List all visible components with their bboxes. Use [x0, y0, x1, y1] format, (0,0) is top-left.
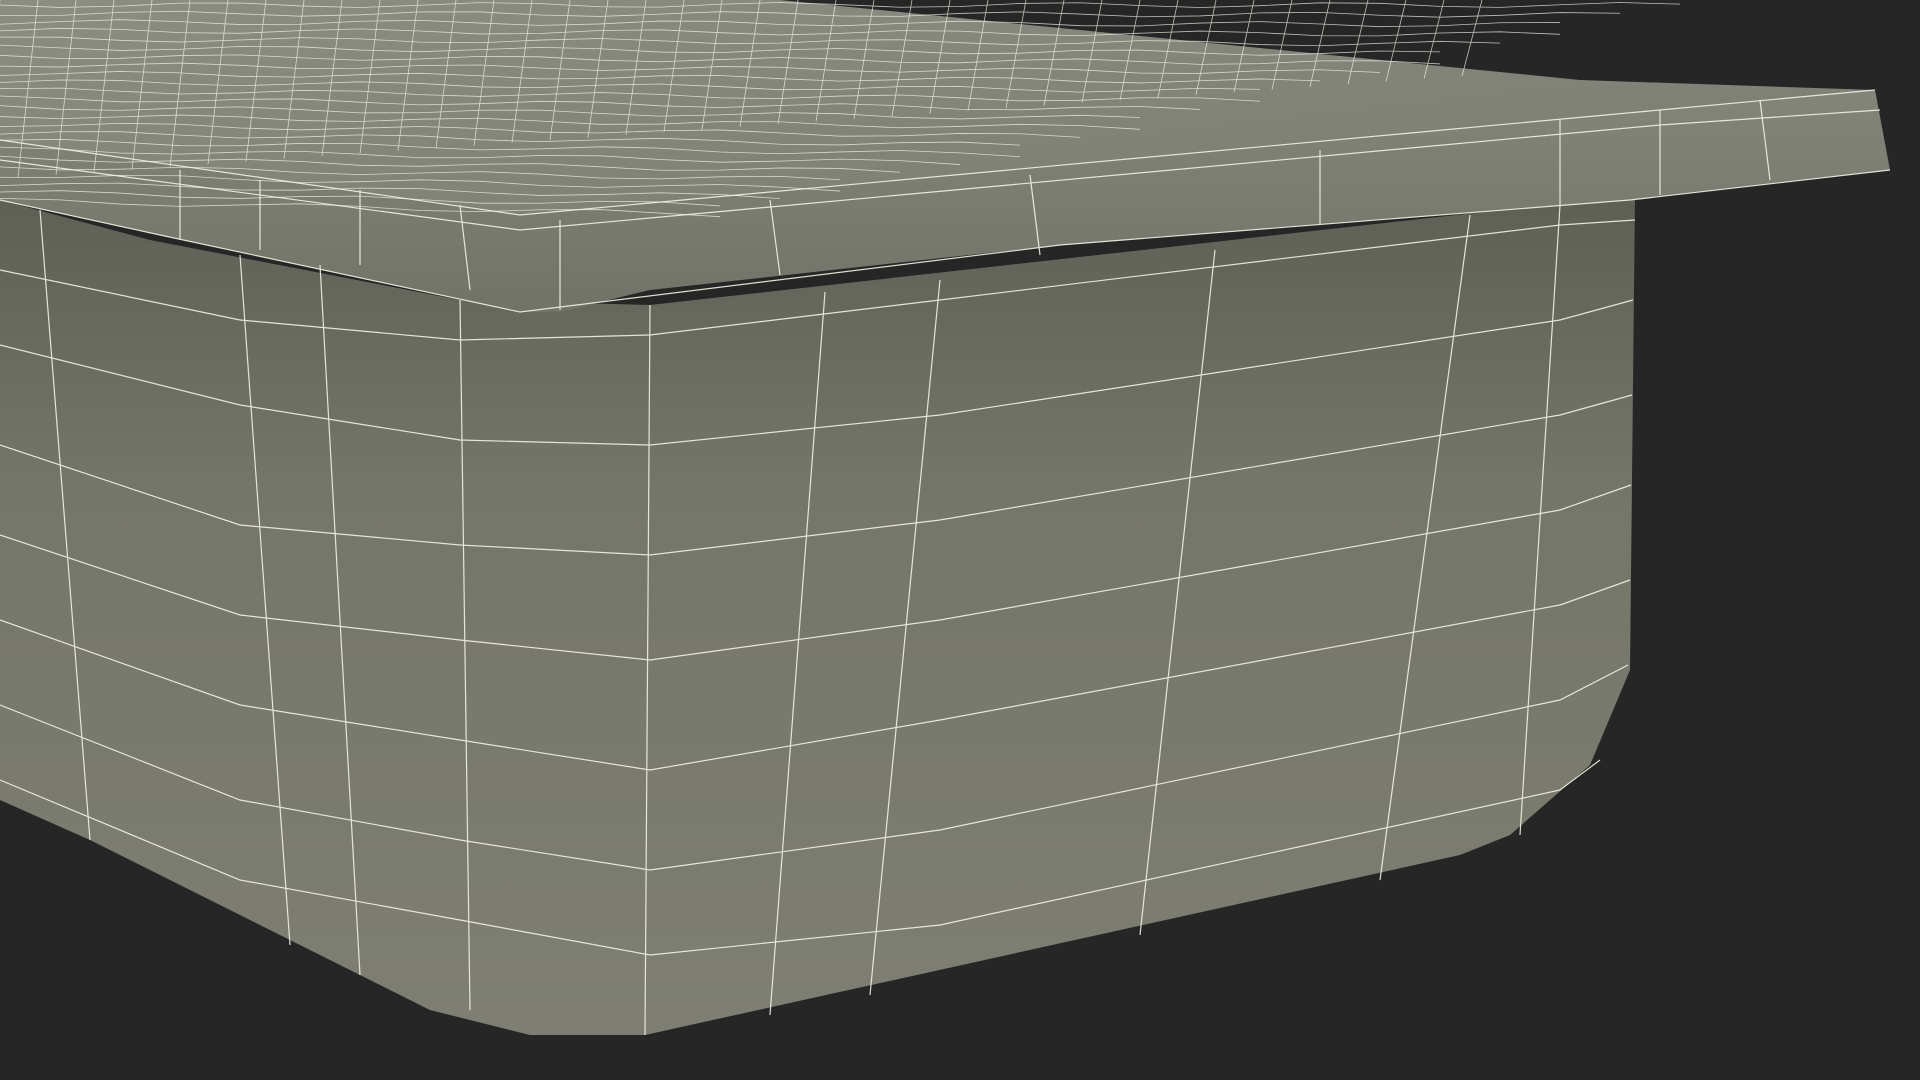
wireframe-render — [0, 0, 1891, 1036]
render-viewport — [0, 0, 1920, 1080]
wire-edge — [1461, 0, 1483, 77]
